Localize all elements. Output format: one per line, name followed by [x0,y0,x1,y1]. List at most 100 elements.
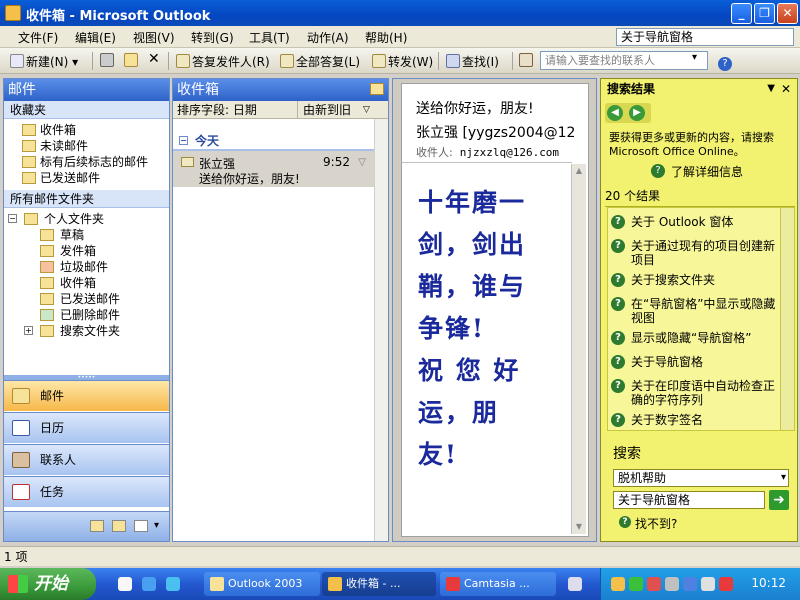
contact-search-input[interactable]: 请输入要查找的联系人 [540,51,708,70]
scroll-down-arrow[interactable]: ▼ [572,520,586,534]
media-player-icon[interactable] [118,577,132,591]
nav-button-calendar[interactable]: 日历 [4,412,169,443]
tray-outlook-icon[interactable] [611,577,625,591]
minimize-button[interactable]: _ [731,3,752,24]
result-item[interactable]: ? 显示或隐藏“导航窗格” [611,331,779,345]
search-scope-select[interactable]: 脱机帮助 ▾ [613,469,789,487]
tray-ime-icon[interactable] [701,577,715,591]
sort-field[interactable]: 排序字段: 日期 [177,101,257,119]
task-camtasia[interactable]: Camtasia ... [440,572,556,596]
tray-volume-icon[interactable] [665,577,679,591]
search-go-button[interactable]: ➜ [769,490,789,510]
print-button[interactable] [100,53,116,68]
tree-inbox[interactable]: 收件箱 [4,275,169,291]
learn-more-link[interactable]: ? 了解详细信息 [651,163,743,180]
help-question-box[interactable]: 关于导航窗格 [616,28,794,46]
system-tray: 10:12 [600,568,800,600]
collapse-toggle[interactable]: − [8,214,17,223]
find-button[interactable]: 查找(I) [446,53,499,70]
result-item[interactable]: ? 关于搜索文件夹 [611,273,779,287]
navigation-pane: 邮件 收藏夹 收件箱 未读邮件 标有后续标志的邮件 已发送邮件 所有邮件文件夹 … [3,78,170,542]
drafts-icon [40,229,54,241]
tree-outbox[interactable]: 发件箱 [4,243,169,259]
tree-drafts[interactable]: 草稿 [4,227,169,243]
task-outlook-2003[interactable]: Outlook 2003 [204,572,320,596]
result-item[interactable]: ? 关于 Outlook 窗体 [611,215,779,229]
sort-arrow-icon: ▽ [363,105,370,115]
menu-goto[interactable]: 转到(G) [191,29,234,46]
tree-sent[interactable]: 已发送邮件 [4,291,169,307]
pane-menu-arrow[interactable]: ▼ [767,79,775,99]
menu-file[interactable]: 文件(F) [18,29,58,46]
contact-dropdown-arrow[interactable]: ▾ [692,52,697,63]
menu-help[interactable]: 帮助(H) [365,29,407,46]
delete-button[interactable]: ✕ [148,51,160,67]
nav-button-mail[interactable]: 邮件 [4,380,169,411]
ie-icon[interactable] [142,577,156,591]
tray-network-icon[interactable] [629,577,643,591]
result-item[interactable]: ? 关于导航窗格 [611,355,779,369]
favorite-sent[interactable]: 已发送邮件 [4,170,169,186]
menu-tools[interactable]: 工具(T) [249,29,290,46]
pane-close-icon[interactable]: ✕ [781,79,791,99]
help-button[interactable]: ? [718,53,734,71]
favorite-flagged[interactable]: 标有后续标志的邮件 [4,154,169,170]
tree-deleted[interactable]: 已删除邮件 [4,307,169,323]
item-count: 1 项 [4,550,28,564]
camtasia-icon [446,577,460,591]
menu-actions[interactable]: 动作(A) [307,29,349,46]
windows-flag-icon [8,575,28,593]
favorites-label: 收藏夹 [4,101,169,119]
reply-button[interactable]: 答复发件人(R) [176,53,270,70]
flag-icon[interactable]: ▽ [358,157,366,168]
sort-bar[interactable]: 排序字段: 日期 由新到旧 ▽ [173,101,388,119]
tray-security-icon[interactable] [647,577,661,591]
nav-button-tasks[interactable]: 任务 [4,476,169,507]
message-row[interactable]: 张立强 9:52 ▽ 送给你好运，朋友! [173,151,374,187]
forward-arrow-icon[interactable]: ▶ [629,105,645,121]
result-item[interactable]: ? 关于数字签名 [611,413,779,427]
shortcuts-icon[interactable] [134,520,148,532]
tray-app-icon[interactable] [683,577,697,591]
group-header-today[interactable]: − 今天 [173,131,374,151]
reading-scrollbar[interactable]: ▲ ▼ [571,164,586,534]
start-button[interactable]: 开始 [0,568,96,600]
notes-icon[interactable] [90,520,104,532]
folder-list-icon[interactable] [112,520,126,532]
result-count: 20 个结果 [605,187,795,207]
title-bar: 收件箱 - Microsoft Outlook _ ❐ ✕ [0,0,800,26]
close-button[interactable]: ✕ [777,3,798,24]
new-button[interactable]: 新建(N) ▾ [10,53,78,70]
nav-button-contacts[interactable]: 联系人 [4,444,169,475]
maximize-button[interactable]: ❐ [754,3,775,24]
tray-camtasia-icon[interactable] [719,577,733,591]
keyboard-icon[interactable] [568,577,582,591]
configure-buttons-icon[interactable]: ▾ [154,520,159,531]
not-found-link[interactable]: ? 找不到? [619,515,677,532]
address-book-button[interactable] [519,53,535,68]
result-item[interactable]: ? 在“导航窗格”中显示或隐藏视图 [611,297,779,325]
move-button[interactable] [124,53,140,68]
menu-view[interactable]: 视图(V) [133,29,175,46]
list-scrollbar[interactable] [374,119,388,541]
result-item[interactable]: ? 关于在印度语中自动检查正确的字符序列 [611,379,779,407]
tree-search-folders[interactable]: + 搜索文件夹 [4,323,169,339]
sort-order[interactable]: 由新到旧 [303,101,351,119]
group-collapse-toggle[interactable]: − [179,136,188,145]
forward-button[interactable]: 转发(W) [372,53,433,70]
outlook-express-icon[interactable] [166,577,180,591]
reply-all-button[interactable]: 全部答复(L) [280,53,360,70]
results-scrollbar[interactable] [780,208,794,430]
scroll-up-arrow[interactable]: ▲ [572,164,586,178]
back-arrow-icon[interactable]: ◀ [607,105,623,121]
task-inbox[interactable]: 收件箱 - ... [322,572,436,596]
menu-edit[interactable]: 编辑(E) [75,29,116,46]
tree-personal-folders[interactable]: − 个人文件夹 [4,211,169,227]
search-query-input[interactable]: 关于导航窗格 [613,491,765,509]
favorite-inbox[interactable]: 收件箱 [4,122,169,138]
expand-toggle[interactable]: + [24,326,33,335]
tree-junk[interactable]: 垃圾邮件 [4,259,169,275]
message-subject: 送给你好运，朋友! [199,172,300,186]
result-item[interactable]: ? 关于通过现有的项目创建新项目 [611,239,779,267]
favorite-unread[interactable]: 未读邮件 [4,138,169,154]
